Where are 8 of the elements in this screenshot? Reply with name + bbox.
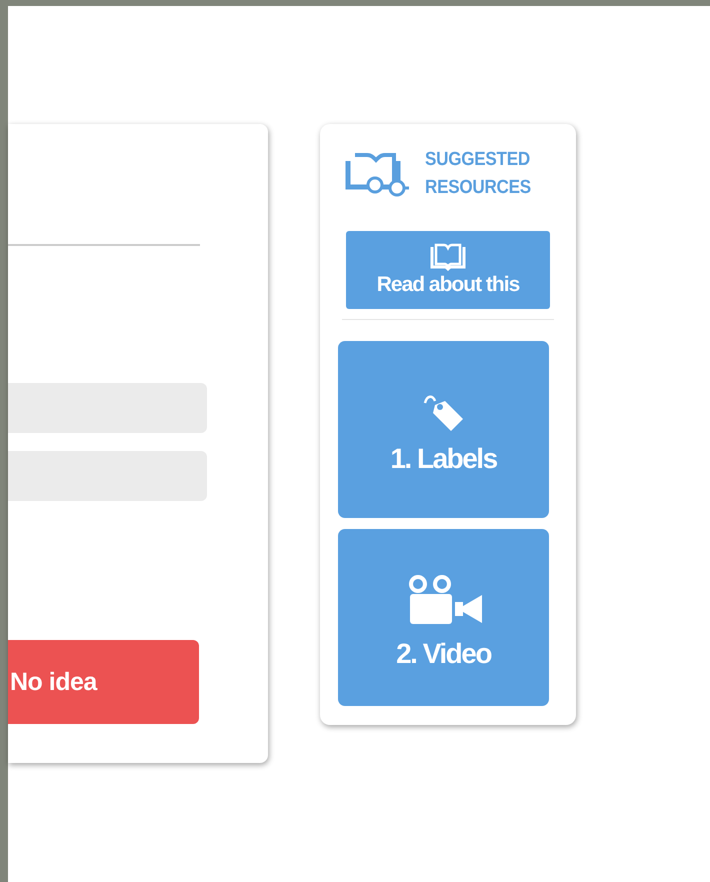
resource-button[interactable]: 1. Labels	[338, 341, 549, 518]
answer-field[interactable]	[8, 451, 207, 501]
book-icon	[430, 243, 466, 271]
suggested-resources-title: SUGGESTED RESOURCES	[425, 148, 532, 200]
resource-button[interactable]: 2. Video	[338, 529, 549, 706]
read-about-this-button[interactable]: Read about this	[346, 231, 550, 309]
answer-field[interactable]	[8, 383, 207, 433]
no-idea-button[interactable]: No idea	[8, 640, 199, 724]
